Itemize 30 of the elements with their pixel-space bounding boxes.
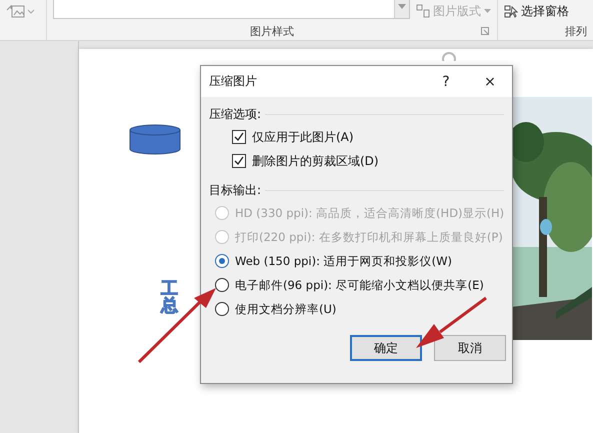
layout-icon: [416, 4, 430, 18]
ok-button[interactable]: 确定: [350, 335, 422, 361]
slide-title-text: 工: [161, 281, 178, 298]
selection-pane-button[interactable]: 选择窗格: [504, 2, 569, 20]
selection-pane-icon: [504, 4, 518, 18]
checkbox-label: 删除图片的剪裁区域(D): [252, 152, 379, 170]
radio-button[interactable]: [215, 302, 229, 316]
checkbox[interactable]: [232, 130, 246, 144]
section-label: 目标输出:: [209, 182, 262, 198]
slide-title-text: 总: [161, 298, 178, 315]
group-label: 排列: [565, 24, 587, 40]
group-label: 图片样式: [250, 24, 294, 40]
dialog-title: 压缩图片: [209, 73, 258, 90]
cylinder-shape[interactable]: [129, 124, 181, 156]
radio-label: Web (150 ppi): 适用于网页和投影仪(W): [235, 254, 452, 268]
picture-reset-icon[interactable]: [6, 4, 36, 18]
help-button[interactable]: ?: [424, 66, 468, 97]
cancel-button[interactable]: 取消: [434, 335, 506, 361]
radio-button[interactable]: [215, 254, 229, 268]
radio-button[interactable]: [215, 278, 229, 292]
section-label: 压缩选项:: [209, 106, 262, 122]
caret-icon: [484, 9, 491, 13]
close-button[interactable]: ×: [468, 66, 512, 97]
dialog-launcher-icon[interactable]: [481, 27, 489, 35]
radio-label: 使用文档分辨率(U): [235, 302, 336, 316]
checkbox[interactable]: [232, 154, 246, 168]
checkbox-label: 仅应用于此图片(A): [252, 128, 354, 146]
radio-label: 电子邮件(96 ppi): 尽可能缩小文档以便共享(E): [235, 278, 484, 292]
radio-label: HD (330 ppi): 高品质，适合高清晰度(HD)显示(H): [235, 206, 504, 220]
radio-label: 打印(220 ppi): 在多数打印机和屏幕上质量良好(P): [235, 230, 503, 244]
